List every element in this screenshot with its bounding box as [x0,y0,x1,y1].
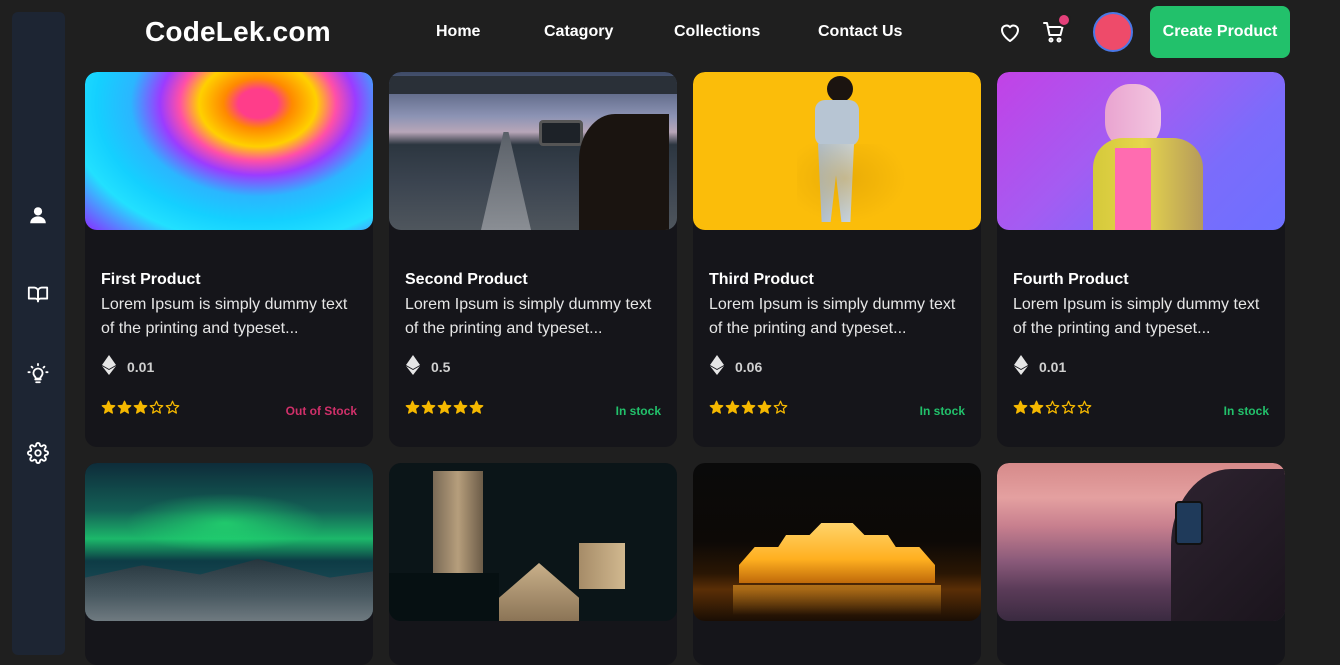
create-product-button[interactable]: Create Product [1150,6,1290,58]
stock-status: Out of Stock [285,404,357,418]
rating-stars [709,400,788,415]
user-icon[interactable] [25,202,51,228]
stock-status: In stock [615,404,661,418]
product-card[interactable] [693,463,981,665]
star-filled-icon [725,400,740,414]
rating-stars [101,400,180,415]
star-empty-icon [149,400,164,414]
product-card[interactable]: Fourth Product Lorem Ipsum is simply dum… [997,72,1285,447]
star-filled-icon [1029,400,1044,414]
product-title: First Product [101,271,201,288]
product-title: Second Product [405,271,528,288]
star-filled-icon [709,400,724,414]
rating-stars [405,400,484,415]
avatar[interactable] [1093,12,1133,52]
product-image [389,463,677,621]
product-image [997,463,1285,621]
heart-icon[interactable] [998,20,1022,44]
star-filled-icon [405,400,420,414]
rating-stars [1013,400,1092,415]
ethereum-icon [710,355,724,375]
stock-status: In stock [1223,404,1269,418]
nav-category[interactable]: Catagory [544,23,613,41]
product-title: Third Product [709,271,814,288]
product-card[interactable]: Second Product Lorem Ipsum is simply dum… [389,72,677,447]
product-title: Fourth Product [1013,271,1129,288]
product-card[interactable] [389,463,677,665]
star-filled-icon [437,400,452,414]
ethereum-icon [102,355,116,375]
ethereum-icon [406,355,420,375]
product-description: Lorem Ipsum is simply dummy text of the … [405,296,652,337]
star-filled-icon [453,400,468,414]
star-empty-icon [773,400,788,414]
product-price: 0.5 [431,359,451,375]
star-empty-icon [1077,400,1092,414]
star-filled-icon [1013,400,1028,414]
lightbulb-icon[interactable] [25,361,51,387]
product-card[interactable]: First Product Lorem Ipsum is simply dumm… [85,72,373,447]
product-card[interactable] [997,463,1285,665]
product-card[interactable]: Third Product Lorem Ipsum is simply dumm… [693,72,981,447]
product-image [997,72,1285,230]
nav-contact-us[interactable]: Contact Us [818,23,902,41]
product-image [85,72,373,230]
star-empty-icon [165,400,180,414]
product-image [693,72,981,230]
star-filled-icon [741,400,756,414]
product-price: 0.01 [1039,359,1067,375]
logo[interactable]: CodeLek.com [145,16,331,48]
star-empty-icon [1061,400,1076,414]
star-filled-icon [421,400,436,414]
product-price: 0.01 [127,359,155,375]
settings-icon[interactable] [25,440,51,466]
book-icon[interactable] [25,281,51,307]
stock-status: In stock [919,404,965,418]
star-filled-icon [133,400,148,414]
product-image [85,463,373,621]
product-description: Lorem Ipsum is simply dummy text of the … [709,296,956,337]
product-price: 0.06 [735,359,763,375]
star-filled-icon [757,400,772,414]
product-description: Lorem Ipsum is simply dummy text of the … [101,296,348,337]
sidebar [12,12,65,655]
star-filled-icon [469,400,484,414]
star-empty-icon [1045,400,1060,414]
product-image [389,72,677,230]
nav-home[interactable]: Home [436,23,480,41]
product-image [693,463,981,621]
cart-badge [1057,13,1071,27]
star-filled-icon [117,400,132,414]
nav-collections[interactable]: Collections [674,23,760,41]
ethereum-icon [1014,355,1028,375]
star-filled-icon [101,400,116,414]
product-card[interactable] [85,463,373,665]
product-description: Lorem Ipsum is simply dummy text of the … [1013,296,1260,337]
